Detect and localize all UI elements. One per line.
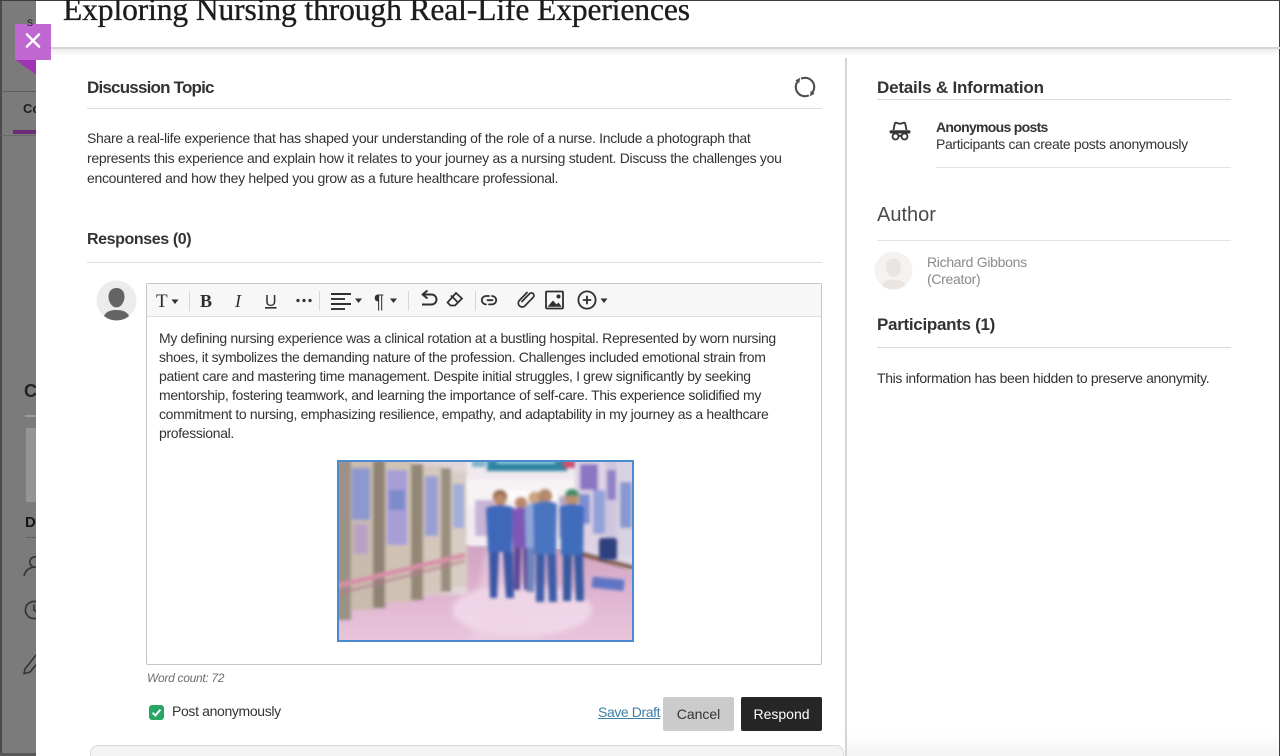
svg-text:I: I	[234, 291, 242, 311]
svg-text:B: B	[200, 291, 212, 311]
svg-text:U: U	[265, 293, 277, 310]
svg-text:¶: ¶	[374, 292, 384, 313]
svg-text:T: T	[156, 291, 168, 312]
